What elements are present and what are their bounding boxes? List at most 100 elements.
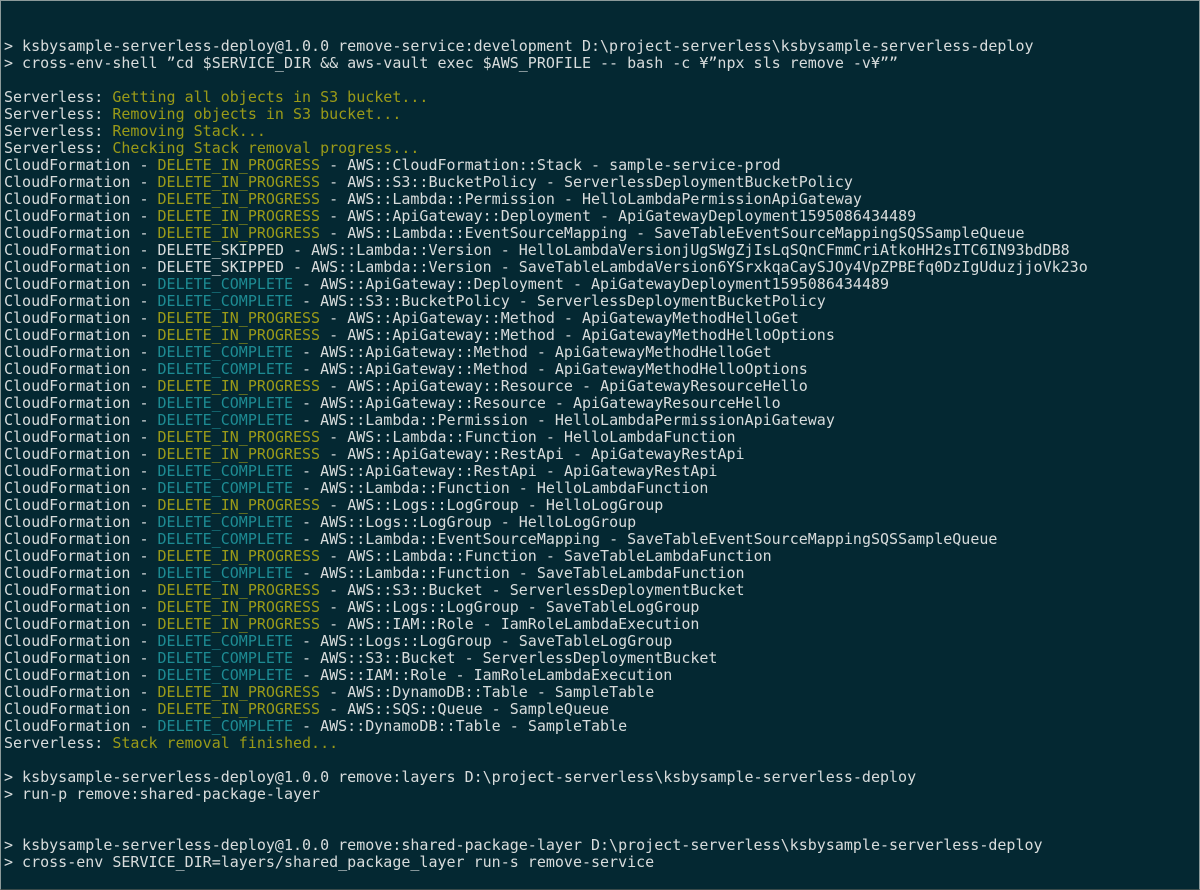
cfn-resource-type: AWS::ApiGateway::Method bbox=[320, 343, 528, 361]
command-line: > ksbysample-serverless-deploy@1.0.0 rem… bbox=[2, 769, 1199, 786]
cloudformation-log-line: CloudFormation - DELETE_COMPLETE - AWS::… bbox=[2, 343, 1199, 361]
cfn-resource-type: AWS::DynamoDB::Table bbox=[347, 683, 528, 701]
cfn-separator: - bbox=[320, 598, 348, 616]
cfn-separator: - bbox=[130, 632, 158, 650]
cfn-source: CloudFormation bbox=[4, 717, 131, 735]
cfn-separator: - bbox=[320, 309, 348, 327]
cfn-separator: - bbox=[130, 258, 158, 276]
cfn-source: CloudFormation bbox=[4, 496, 131, 514]
cfn-separator: - bbox=[320, 224, 348, 242]
cfn-status: DELETE_COMPLETE bbox=[157, 666, 293, 684]
cfn-resource-type: AWS::IAM::Role bbox=[320, 666, 447, 684]
cfn-separator: - bbox=[320, 445, 348, 463]
command-text: > ksbysample-serverless-deploy@1.0.0 rem… bbox=[4, 37, 1034, 55]
cfn-separator: - bbox=[130, 207, 158, 225]
command-line: > run-p remove:shared-package-layer bbox=[2, 786, 1199, 803]
cloudformation-log-line: CloudFormation - DELETE_COMPLETE - AWS::… bbox=[2, 650, 1199, 667]
cfn-separator: - bbox=[582, 156, 610, 174]
cfn-status: DELETE_IN_PROGRESS bbox=[157, 581, 321, 599]
cfn-separator: - bbox=[509, 479, 537, 497]
cfn-source: CloudFormation bbox=[4, 428, 131, 446]
serverless-prefix: Serverless: bbox=[4, 734, 113, 752]
serverless-prefix: Serverless: bbox=[4, 105, 113, 123]
cloudformation-log-line: CloudFormation - DELETE_IN_PROGRESS - AW… bbox=[2, 615, 1199, 633]
cfn-separator: - bbox=[130, 700, 158, 718]
cfn-separator: - bbox=[130, 224, 158, 242]
cfn-separator: - bbox=[293, 292, 321, 310]
cloudformation-log-line: CloudFormation - DELETE_IN_PROGRESS - AW… bbox=[2, 190, 1199, 208]
cfn-separator: - bbox=[130, 411, 158, 429]
cloudformation-log-line: CloudFormation - DELETE_IN_PROGRESS - AW… bbox=[2, 496, 1199, 514]
cfn-status: DELETE_IN_PROGRESS bbox=[157, 428, 321, 446]
cfn-resource-type: AWS::ApiGateway::Resource bbox=[320, 394, 546, 412]
cloudformation-log-line: CloudFormation - DELETE_IN_PROGRESS - AW… bbox=[2, 207, 1199, 225]
cfn-logical-id: SampleTable bbox=[554, 683, 655, 701]
cfn-source: CloudFormation bbox=[4, 666, 131, 684]
cfn-separator: - bbox=[130, 377, 158, 395]
cfn-source: CloudFormation bbox=[4, 275, 131, 293]
cfn-status: DELETE_COMPLETE bbox=[157, 411, 293, 429]
cfn-logical-id: HelloLogGroup bbox=[545, 496, 664, 514]
cfn-status: DELETE_COMPLETE bbox=[157, 479, 293, 497]
cfn-logical-id: SaveTableLambdaFunction bbox=[563, 547, 772, 565]
cfn-logical-id: ApiGatewayMethodHelloGet bbox=[554, 343, 772, 361]
cfn-status: DELETE_COMPLETE bbox=[157, 462, 293, 480]
cfn-resource-type: AWS::S3::BucketPolicy bbox=[320, 292, 510, 310]
cfn-separator: - bbox=[473, 615, 501, 633]
cloudformation-log-line: CloudFormation - DELETE_IN_PROGRESS - AW… bbox=[2, 428, 1199, 446]
cloudformation-log-line: CloudFormation - DELETE_IN_PROGRESS - AW… bbox=[2, 581, 1199, 599]
command-line: > ksbysample-serverless-deploy@1.0.0 rem… bbox=[2, 37, 1199, 55]
cloudformation-log-line: CloudFormation - DELETE_IN_PROGRESS - AW… bbox=[2, 445, 1199, 463]
cfn-separator: - bbox=[283, 258, 312, 276]
cfn-separator: - bbox=[293, 513, 321, 531]
cfn-separator: - bbox=[491, 241, 519, 259]
cfn-logical-id: SaveTableEventSourceMappingSQSSampleQueu… bbox=[627, 530, 998, 548]
cfn-separator: - bbox=[130, 309, 158, 327]
cfn-separator: - bbox=[130, 241, 158, 259]
cfn-logical-id: SampleQueue bbox=[509, 700, 610, 718]
cfn-separator: - bbox=[563, 445, 592, 463]
cfn-separator: - bbox=[320, 683, 348, 701]
cfn-status: DELETE_SKIPPED bbox=[157, 241, 284, 259]
cfn-logical-id: HelloLambdaPermissionApiGateway bbox=[582, 190, 862, 208]
cfn-source: CloudFormation bbox=[4, 309, 131, 327]
cfn-source: CloudFormation bbox=[4, 394, 131, 412]
cfn-separator: - bbox=[320, 615, 348, 633]
cfn-resource-type: AWS::ApiGateway::Deployment bbox=[320, 275, 564, 293]
terminal-output-area[interactable]: > ksbysample-serverless-deploy@1.0.0 rem… bbox=[2, 37, 1199, 871]
cfn-separator: - bbox=[293, 530, 321, 548]
command-line: > cross-env-shell ”cd $SERVICE_DIR && aw… bbox=[2, 54, 1199, 72]
serverless-log-line: Serverless: Removing Stack... bbox=[2, 123, 1199, 140]
cfn-logical-id: ApiGatewayRestApi bbox=[591, 445, 745, 463]
cfn-status: DELETE_IN_PROGRESS bbox=[157, 598, 321, 616]
cfn-source: CloudFormation bbox=[4, 700, 131, 718]
cfn-resource-type: AWS::CloudFormation::Stack bbox=[347, 156, 582, 174]
cfn-status: DELETE_IN_PROGRESS bbox=[157, 173, 321, 191]
terminal-window[interactable]: > ksbysample-serverless-deploy@1.0.0 rem… bbox=[0, 0, 1200, 890]
cfn-status: DELETE_COMPLETE bbox=[157, 360, 293, 378]
cfn-separator: - bbox=[293, 632, 321, 650]
cfn-logical-id: SaveTableLogGroup bbox=[518, 632, 673, 650]
cfn-separator: - bbox=[320, 190, 348, 208]
cfn-resource-type: AWS::ApiGateway::Method bbox=[320, 360, 528, 378]
cfn-separator: - bbox=[572, 377, 601, 395]
cfn-separator: - bbox=[293, 666, 321, 684]
cfn-status: DELETE_IN_PROGRESS bbox=[157, 496, 321, 514]
cfn-resource-type: AWS::Logs::LogGroup bbox=[320, 632, 492, 650]
cfn-separator: - bbox=[293, 717, 321, 735]
cfn-source: CloudFormation bbox=[4, 598, 131, 616]
serverless-prefix: Serverless: bbox=[4, 139, 113, 157]
cfn-resource-type: AWS::ApiGateway::Method bbox=[347, 309, 555, 327]
command-text: > ksbysample-serverless-deploy@1.0.0 rem… bbox=[4, 836, 1043, 854]
serverless-message: Getting all objects in S3 bucket... bbox=[112, 88, 429, 106]
cfn-resource-type: AWS::S3::BucketPolicy bbox=[347, 173, 537, 191]
cfn-resource-type: AWS::ApiGateway::Deployment bbox=[347, 207, 592, 225]
cfn-separator: - bbox=[130, 156, 158, 174]
command-text: > cross-env-shell ”cd $SERVICE_DIR && aw… bbox=[4, 54, 899, 72]
cfn-separator: - bbox=[130, 513, 158, 531]
cfn-logical-id: sample-service-prod bbox=[609, 156, 781, 174]
cfn-logical-id: ServerlessDeploymentBucket bbox=[509, 581, 745, 599]
cfn-source: CloudFormation bbox=[4, 207, 131, 225]
